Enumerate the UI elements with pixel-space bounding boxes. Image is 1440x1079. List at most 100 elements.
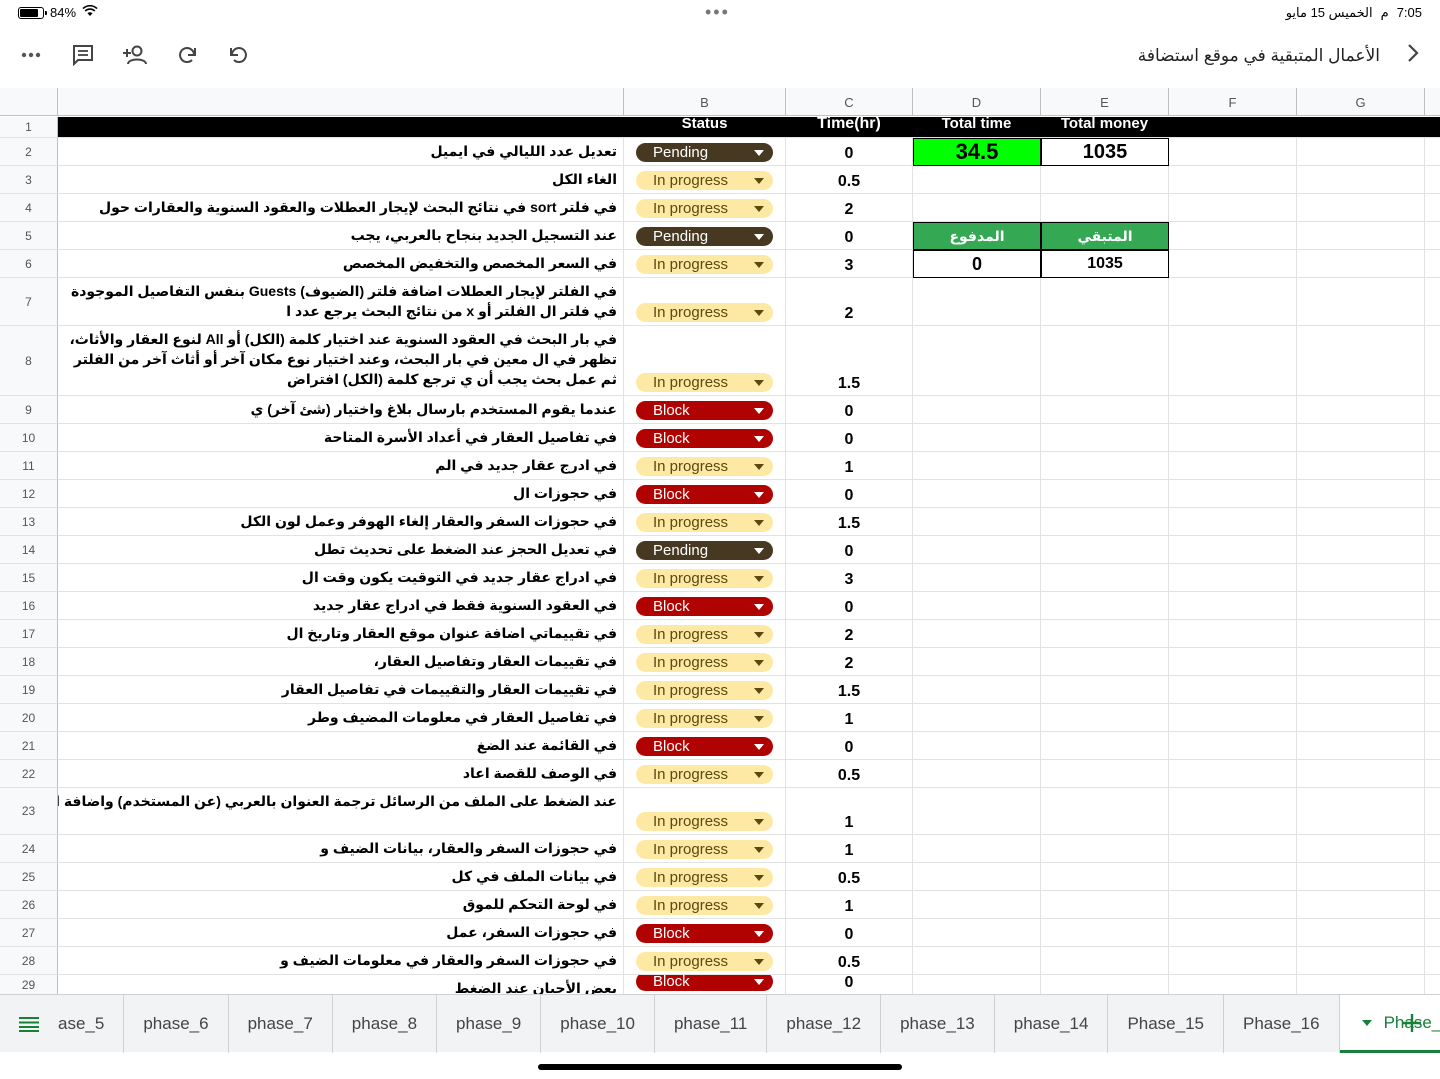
time-cell[interactable]: 1 bbox=[786, 891, 913, 918]
time-cell[interactable]: 0 bbox=[786, 975, 913, 994]
empty-cell-g[interactable] bbox=[1297, 222, 1425, 249]
status-cell[interactable]: Pending bbox=[624, 536, 786, 563]
row-number[interactable]: 3 bbox=[0, 166, 58, 194]
row-number[interactable]: 24 bbox=[0, 835, 58, 863]
empty-cell-e[interactable] bbox=[1041, 704, 1169, 731]
empty-cell-d[interactable] bbox=[913, 835, 1041, 862]
empty-cell-d[interactable] bbox=[913, 508, 1041, 535]
column-header-d[interactable]: D bbox=[913, 88, 1041, 116]
empty-cell-f[interactable] bbox=[1169, 947, 1297, 974]
status-cell[interactable]: In progress bbox=[624, 676, 786, 703]
row-number[interactable]: 7 bbox=[0, 278, 58, 326]
empty-cell-f[interactable] bbox=[1169, 676, 1297, 703]
empty-cell-d[interactable] bbox=[913, 704, 1041, 731]
task-cell[interactable]: عندما يقوم المستخدم بارسال بلاغ واختيار … bbox=[58, 396, 624, 423]
empty-cell-f[interactable] bbox=[1169, 326, 1297, 395]
empty-cell-g[interactable] bbox=[1297, 648, 1425, 675]
status-dropdown-chip[interactable]: Block bbox=[636, 597, 773, 616]
status-cell[interactable]: In progress bbox=[624, 166, 786, 193]
status-cell[interactable]: In progress bbox=[624, 326, 786, 395]
empty-cell-e[interactable] bbox=[1041, 788, 1169, 834]
status-dropdown-chip[interactable]: In progress bbox=[636, 625, 773, 644]
status-cell[interactable]: Block bbox=[624, 975, 786, 994]
task-cell[interactable]: في السعر المخصص والتخفيض المخصص bbox=[58, 250, 624, 277]
header-cell-f[interactable] bbox=[1169, 117, 1297, 137]
status-dropdown-chip[interactable]: Pending bbox=[636, 227, 773, 246]
row-number[interactable]: 17 bbox=[0, 620, 58, 648]
status-cell[interactable]: In progress bbox=[624, 508, 786, 535]
row-number[interactable]: 2 bbox=[0, 138, 58, 166]
status-dropdown-chip[interactable]: In progress bbox=[636, 681, 773, 700]
empty-cell-f[interactable] bbox=[1169, 536, 1297, 563]
table-row[interactable]: عندما يقوم المستخدم بارسال بلاغ واختيار … bbox=[58, 396, 1440, 424]
empty-cell-d[interactable] bbox=[913, 396, 1041, 423]
empty-cell-f[interactable] bbox=[1169, 975, 1297, 994]
status-dropdown-chip[interactable]: In progress bbox=[636, 457, 773, 476]
time-cell[interactable]: 1.5 bbox=[786, 508, 913, 535]
sheet-tab[interactable]: Phase_16 bbox=[1224, 995, 1340, 1053]
empty-cell-g[interactable] bbox=[1297, 166, 1425, 193]
empty-cell-d[interactable] bbox=[913, 760, 1041, 787]
table-row[interactable]: في حجوزات السفر والعقار إلغاء الهوفر وعم… bbox=[58, 508, 1440, 536]
sheet-tab[interactable]: phase_7 bbox=[229, 995, 333, 1053]
empty-cell-d[interactable] bbox=[913, 676, 1041, 703]
empty-cell-f[interactable] bbox=[1169, 760, 1297, 787]
task-cell[interactable]: في ادرج عقار جديد في الم bbox=[58, 452, 624, 479]
empty-cell-d[interactable] bbox=[913, 788, 1041, 834]
empty-cell-f[interactable] bbox=[1169, 166, 1297, 193]
empty-cell-f[interactable] bbox=[1169, 138, 1297, 165]
row-number[interactable]: 11 bbox=[0, 452, 58, 480]
task-cell[interactable]: في تقييماتي اضافة عنوان موقع العقار وتار… bbox=[58, 620, 624, 647]
task-cell[interactable]: في تفاصيل العقار في أعداد الأسرة المتاحة bbox=[58, 424, 624, 451]
empty-cell-d[interactable] bbox=[913, 536, 1041, 563]
status-dropdown-chip[interactable]: In progress bbox=[636, 868, 773, 887]
row-number[interactable]: 13 bbox=[0, 508, 58, 536]
status-dropdown-chip[interactable]: Block bbox=[636, 485, 773, 504]
empty-cell-g[interactable] bbox=[1297, 620, 1425, 647]
empty-cell-e[interactable] bbox=[1041, 424, 1169, 451]
empty-cell-d[interactable] bbox=[913, 278, 1041, 325]
empty-cell-d[interactable] bbox=[913, 620, 1041, 647]
table-row[interactable]: في ادراج عقار جديد في التوقيت يكون وقت ا… bbox=[58, 564, 1440, 592]
multitask-dots-icon[interactable]: ••• bbox=[705, 2, 730, 23]
task-cell[interactable]: بعض الأحيان عند الضغط bbox=[58, 975, 624, 994]
row-number[interactable]: 27 bbox=[0, 919, 58, 947]
task-cell[interactable]: في تقييمات العقار والتقييمات في تفاصيل ا… bbox=[58, 676, 624, 703]
row-number[interactable]: 18 bbox=[0, 648, 58, 676]
task-cell[interactable]: في القائمة عند الضغ bbox=[58, 732, 624, 759]
time-cell[interactable]: 3 bbox=[786, 250, 913, 277]
task-cell[interactable]: في حجوزات ال bbox=[58, 480, 624, 507]
empty-cell-e[interactable] bbox=[1041, 536, 1169, 563]
empty-cell-d[interactable] bbox=[913, 452, 1041, 479]
empty-cell-g[interactable] bbox=[1297, 788, 1425, 834]
status-cell[interactable]: In progress bbox=[624, 250, 786, 277]
empty-cell-f[interactable] bbox=[1169, 732, 1297, 759]
empty-cell-d[interactable] bbox=[913, 592, 1041, 619]
row-number[interactable]: 9 bbox=[0, 396, 58, 424]
empty-cell-e[interactable] bbox=[1041, 452, 1169, 479]
corner-cell[interactable] bbox=[0, 88, 58, 116]
task-cell[interactable]: في لوحة التحكم للموق bbox=[58, 891, 624, 918]
row-number[interactable]: 28 bbox=[0, 947, 58, 975]
empty-cell-g[interactable] bbox=[1297, 947, 1425, 974]
time-cell[interactable]: 0 bbox=[786, 138, 913, 165]
header-status[interactable]: Status bbox=[624, 117, 786, 137]
empty-cell-g[interactable] bbox=[1297, 326, 1425, 395]
empty-cell-g[interactable] bbox=[1297, 919, 1425, 946]
empty-cell-f[interactable] bbox=[1169, 704, 1297, 731]
header-total-time[interactable]: Total time bbox=[913, 117, 1041, 137]
empty-cell-g[interactable] bbox=[1297, 760, 1425, 787]
empty-cell-f[interactable] bbox=[1169, 508, 1297, 535]
time-cell[interactable]: 2 bbox=[786, 194, 913, 221]
empty-cell-g[interactable] bbox=[1297, 676, 1425, 703]
time-cell[interactable]: 0 bbox=[786, 919, 913, 946]
column-header-e[interactable]: E bbox=[1041, 88, 1169, 116]
document-title[interactable]: الأعمال المتبقية في موقع استضافة bbox=[1138, 46, 1380, 66]
empty-cell-e[interactable] bbox=[1041, 648, 1169, 675]
status-cell[interactable]: In progress bbox=[624, 620, 786, 647]
empty-cell-g[interactable] bbox=[1297, 863, 1425, 890]
task-cell[interactable]: في حجوزات السفر والعقار، بيانات الضيف و bbox=[58, 835, 624, 862]
empty-cell-e[interactable] bbox=[1041, 592, 1169, 619]
empty-cell-g[interactable] bbox=[1297, 891, 1425, 918]
add-sheet-icon[interactable] bbox=[1402, 1007, 1422, 1041]
